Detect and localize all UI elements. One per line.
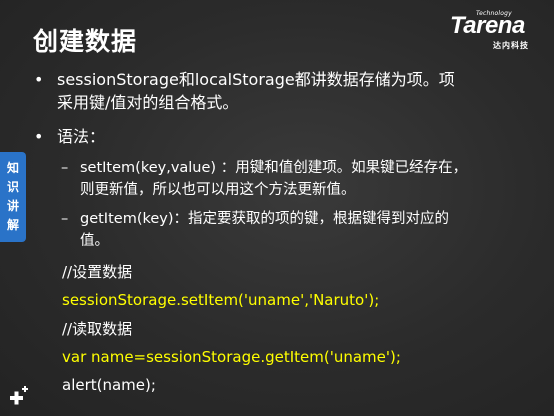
code-comment-get: //读取数据 <box>62 320 133 338</box>
plus-icon[interactable] <box>6 385 30 409</box>
bullet-syntax: • 语法： <box>34 125 106 148</box>
bullet-line: 采用键/值对的组合格式。 <box>57 93 239 112</box>
sub-bullet-line: getItem(key)：指定要获取的项的键，根据键得到对应的 <box>80 211 450 227</box>
code-line-alert: alert(name); <box>62 376 156 394</box>
bullet-dot: • <box>34 70 44 89</box>
sub-bullet-line: setItem(key,value) ：用键和值创建项。如果键已经存在， <box>80 160 468 176</box>
bullet-line: sessionStorage和localStorage都讲数据存储为项。项 <box>57 70 455 89</box>
sub-bullet-setitem: – setItem(key,value) ：用键和值创建项。如果键已经存在， 则… <box>61 157 468 201</box>
sub-bullet-dash: – <box>61 211 69 227</box>
code-line-getitem: var name=sessionStorage.getItem('uname')… <box>62 348 401 366</box>
code-line-setitem: sessionStorage.setItem('uname','Naruto')… <box>62 291 380 309</box>
bullet-dot: • <box>34 127 44 146</box>
sub-bullet-getitem: – getItem(key)：指定要获取的项的键，根据键得到对应的 值。 <box>61 208 450 252</box>
sub-bullet-dash: – <box>61 160 69 176</box>
sub-bullet-line: 值。 <box>80 233 109 249</box>
bullet-line: 语法： <box>57 127 106 146</box>
sub-bullet-line: 则更新值，所以也可以用这个方法更新值。 <box>80 182 356 198</box>
bullet-storage-desc: • sessionStorage和localStorage都讲数据存储为项。项 … <box>34 68 455 114</box>
code-comment-set: //设置数据 <box>62 263 133 281</box>
slide-content: • sessionStorage和localStorage都讲数据存储为项。项 … <box>0 0 554 416</box>
slide: 创建数据 Tarena Technology 达内科技 知 识 讲 解 • se… <box>0 0 554 416</box>
